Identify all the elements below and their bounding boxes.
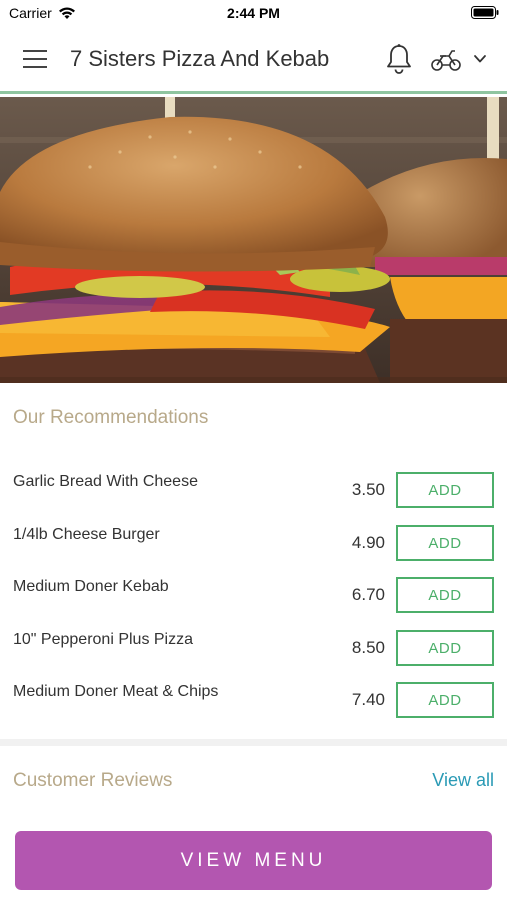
- add-button[interactable]: ADD: [396, 577, 494, 613]
- add-button[interactable]: ADD: [396, 525, 494, 561]
- chevron-down-icon[interactable]: [472, 52, 488, 66]
- add-button[interactable]: ADD: [396, 682, 494, 718]
- section-divider: [0, 739, 507, 746]
- view-all-link[interactable]: View all: [432, 770, 494, 791]
- item-price: 4.90: [351, 533, 385, 552]
- list-item: Garlic Bread With Cheese 3.50 ADD: [0, 467, 507, 519]
- list-item: Medium Doner Kebab 6.70 ADD: [0, 572, 507, 624]
- hamburger-menu-icon[interactable]: [22, 48, 48, 70]
- item-name: Garlic Bread With Cheese: [13, 473, 198, 490]
- page-title: 7 Sisters Pizza And Kebab: [70, 46, 330, 71]
- add-button[interactable]: ADD: [396, 630, 494, 666]
- recommendations-title: Our Recommendations: [13, 407, 209, 428]
- item-price: 6.70: [351, 585, 385, 604]
- view-menu-button[interactable]: VIEW MENU: [15, 831, 492, 890]
- item-name: Medium Doner Meat & Chips: [13, 683, 219, 700]
- burger-image: [0, 97, 507, 383]
- scooter-icon[interactable]: [430, 47, 462, 73]
- status-time: 2:44 PM: [227, 5, 280, 21]
- item-price: 3.50: [351, 480, 385, 499]
- add-button[interactable]: ADD: [396, 472, 494, 508]
- item-name: 10" Pepperoni Plus Pizza: [13, 631, 194, 648]
- list-item: 10" Pepperoni Plus Pizza 8.50 ADD: [0, 625, 507, 677]
- item-name: 1/4lb Cheese Burger: [13, 526, 160, 543]
- battery-icon: [471, 6, 499, 19]
- bell-icon[interactable]: [384, 43, 414, 75]
- item-price: 8.50: [351, 638, 385, 657]
- nav-bar: 7 Sisters Pizza And Kebab: [0, 26, 507, 94]
- list-item: Medium Doner Meat & Chips 7.40 ADD: [0, 677, 507, 729]
- item-price: 7.40: [351, 690, 385, 709]
- status-bar: Carrier 2:44 PM: [0, 0, 507, 26]
- reviews-title: Customer Reviews: [13, 770, 173, 791]
- list-item: 1/4lb Cheese Burger 4.90 ADD: [0, 520, 507, 572]
- item-name: Medium Doner Kebab: [13, 578, 169, 595]
